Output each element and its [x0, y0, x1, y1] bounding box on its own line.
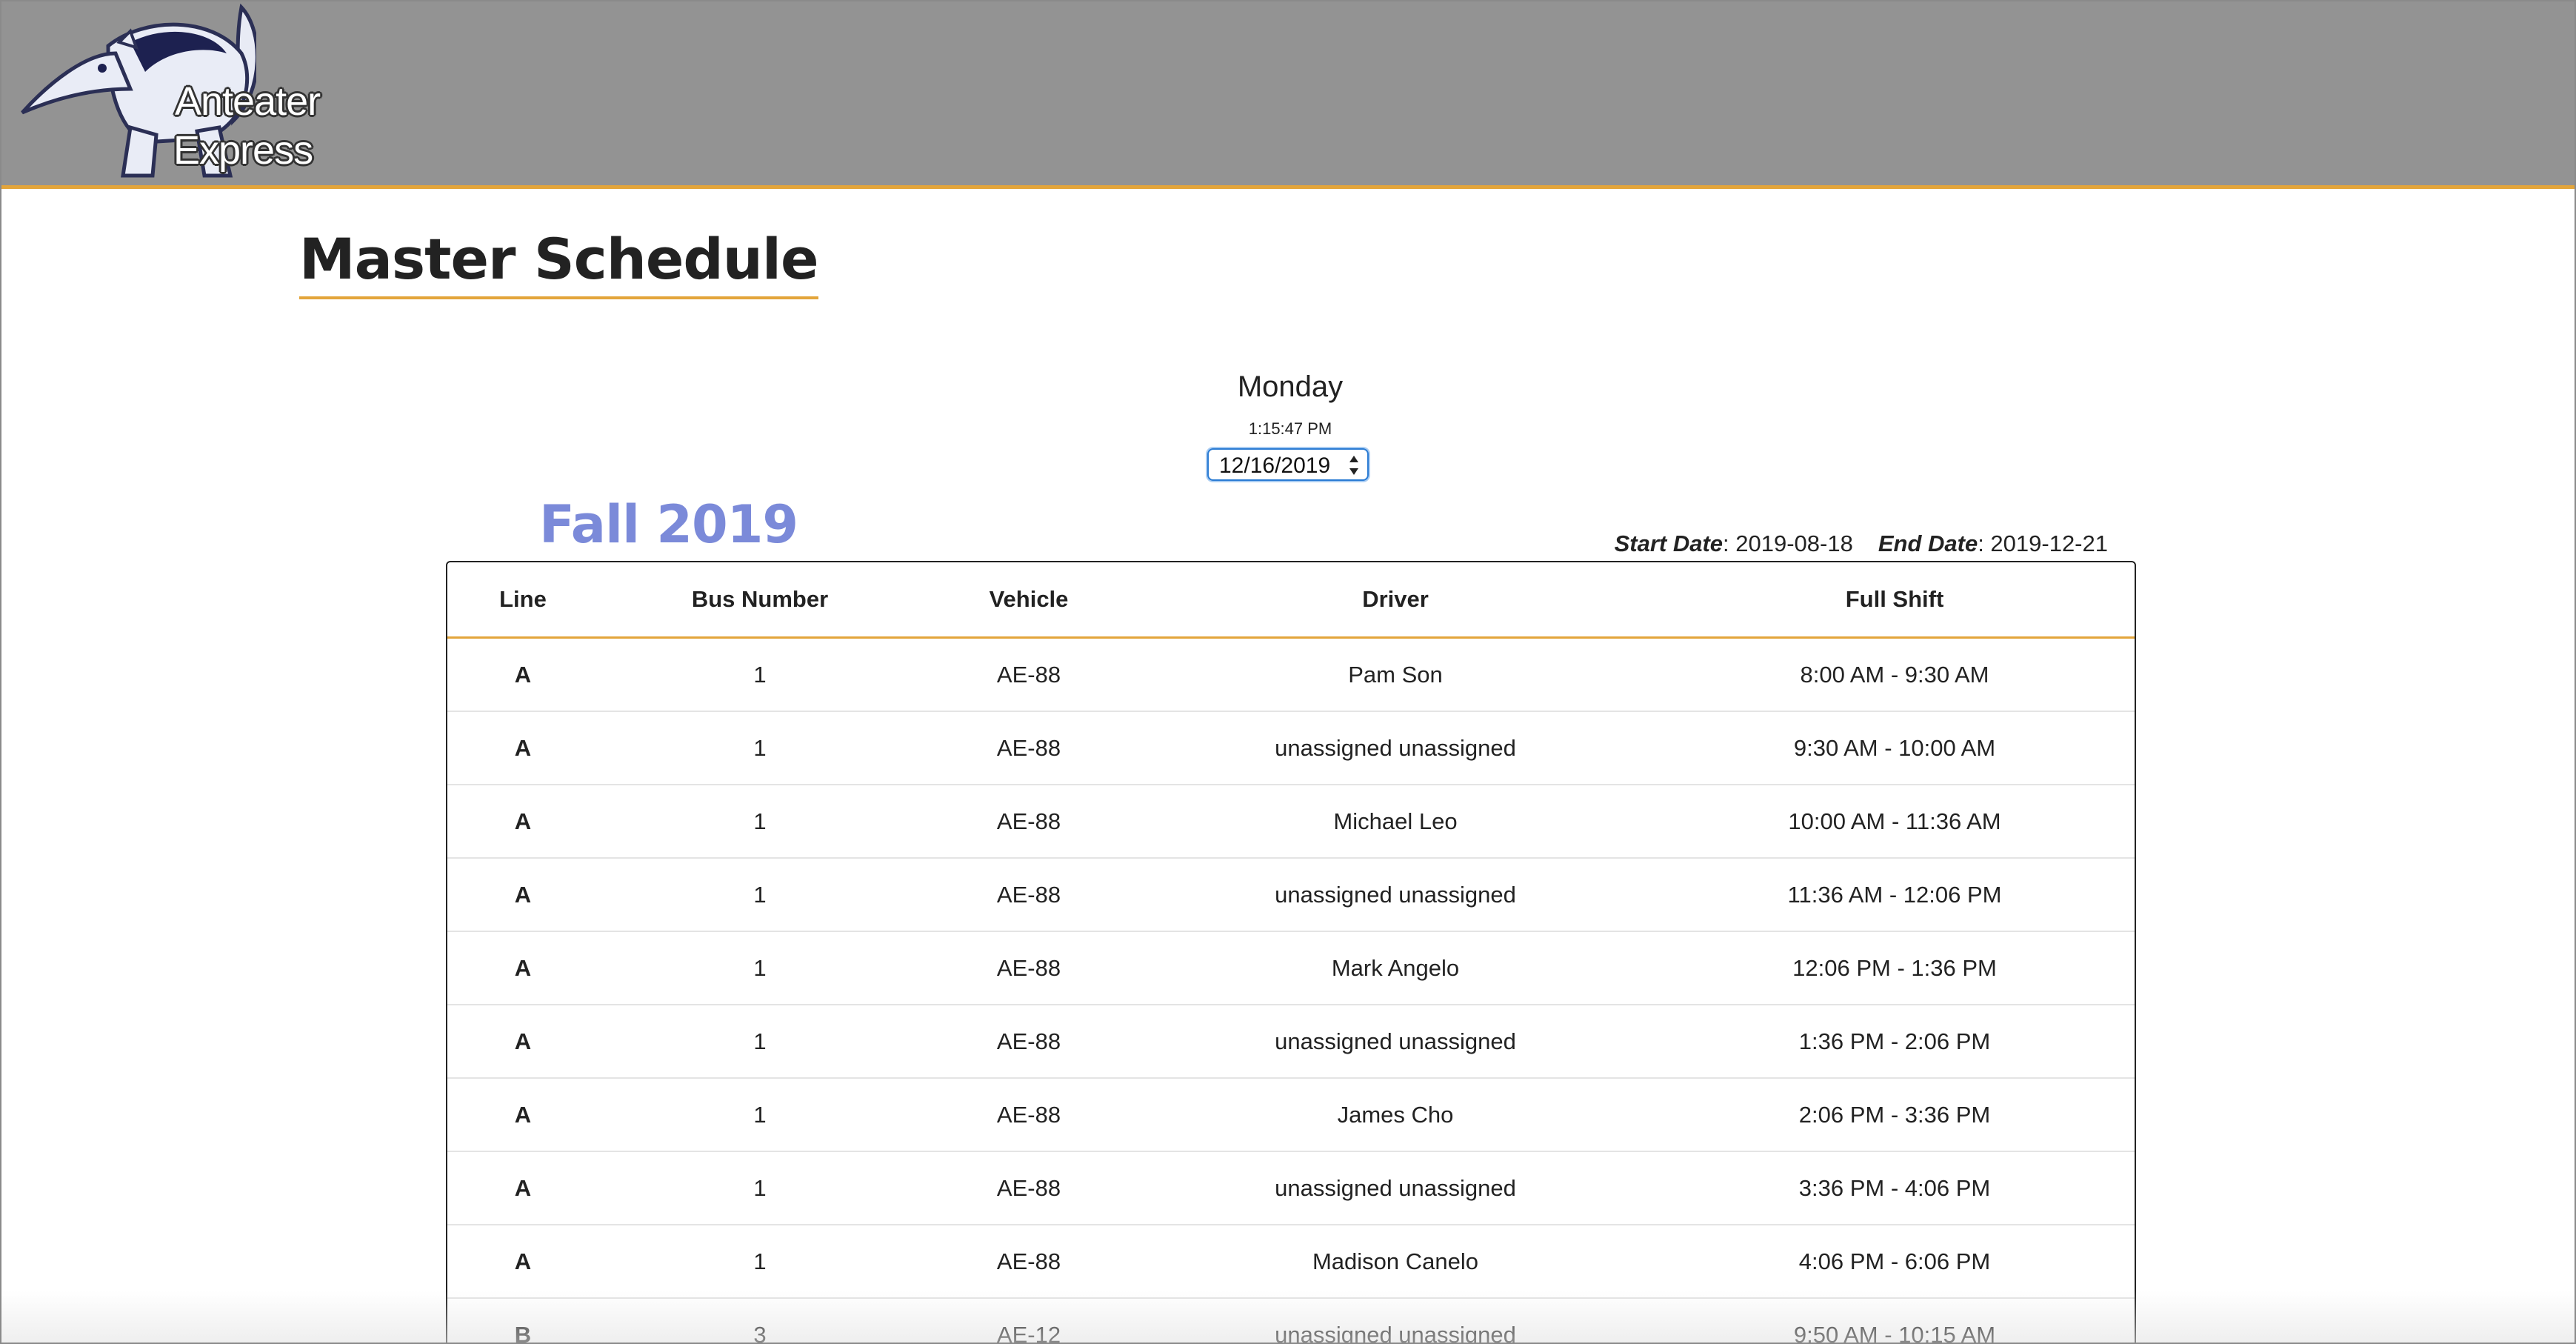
column-header-line[interactable]: Line — [447, 562, 598, 639]
driver-cell: Pam Son — [1136, 637, 1655, 712]
shift-cell: 8:00 AM - 9:30 AM — [1655, 637, 2135, 712]
brand-name-line1: Anteater — [175, 79, 321, 124]
vehicle-cell: AE-12 — [921, 1298, 1136, 1343]
column-header-bus-number[interactable]: Bus Number — [598, 562, 921, 639]
driver-cell: unassigned unassigned — [1136, 1298, 1655, 1343]
start-date-value: : 2019-08-18 — [1723, 530, 1853, 556]
line-cell: A — [447, 931, 598, 1005]
date-picker[interactable]: 12/16/2019 — [1207, 448, 1369, 481]
table-row[interactable]: A 1 AE-88 Michael Leo 10:00 AM - 11:36 A… — [447, 785, 2135, 859]
end-date-value: : 2019-12-21 — [1978, 530, 2108, 556]
bus-number-cell: 1 — [598, 1005, 921, 1079]
line-cell: A — [447, 637, 598, 712]
line-cell: A — [447, 785, 598, 859]
shift-cell: 3:36 PM - 4:06 PM — [1655, 1151, 2135, 1225]
schedule-table-body: A 1 AE-88 Pam Son 8:00 AM - 9:30 AM A 1 … — [447, 637, 2135, 1343]
line-cell: A — [447, 858, 598, 932]
vehicle-cell: AE-88 — [921, 1078, 1136, 1152]
table-row[interactable]: A 1 AE-88 Mark Angelo 12:06 PM - 1:36 PM — [447, 931, 2135, 1005]
vehicle-cell: AE-88 — [921, 858, 1136, 932]
vehicle-cell: AE-88 — [921, 1225, 1136, 1299]
column-header-vehicle[interactable]: Vehicle — [921, 562, 1136, 639]
bus-number-cell: 1 — [598, 711, 921, 785]
vehicle-cell: AE-88 — [921, 785, 1136, 859]
day-name: Monday — [1237, 370, 1344, 403]
date-picker-value: 12/16/2019 — [1219, 453, 1331, 478]
shift-cell: 10:00 AM - 11:36 AM — [1655, 785, 2135, 859]
table-header-row: Line Bus Number Vehicle Driver Full Shif… — [447, 562, 2135, 639]
bus-number-cell: 3 — [598, 1298, 921, 1343]
driver-cell: Michael Leo — [1136, 785, 1655, 859]
driver-cell: unassigned unassigned — [1136, 858, 1655, 932]
driver-cell: James Cho — [1136, 1078, 1655, 1152]
table-row[interactable]: A 1 AE-88 unassigned unassigned 3:36 PM … — [447, 1151, 2135, 1225]
semester-date-range: Start Date: 2019-08-18 End Date: 2019-12-… — [1615, 530, 2108, 557]
shift-cell: 12:06 PM - 1:36 PM — [1655, 931, 2135, 1005]
table-row[interactable]: A 1 AE-88 unassigned unassigned 9:30 AM … — [447, 711, 2135, 785]
table-row[interactable]: A 1 AE-88 unassigned unassigned 11:36 AM… — [447, 858, 2135, 932]
bus-number-cell: 1 — [598, 858, 921, 932]
driver-cell: unassigned unassigned — [1136, 1005, 1655, 1079]
shift-cell: 4:06 PM - 6:06 PM — [1655, 1225, 2135, 1299]
shift-cell: 11:36 AM - 12:06 PM — [1655, 858, 2135, 932]
bus-number-cell: 1 — [598, 1078, 921, 1152]
app-window: Anteater Express Master Schedule Monday … — [0, 0, 2576, 1344]
driver-cell: Mark Angelo — [1136, 931, 1655, 1005]
end-date-label: End Date — [1878, 530, 1978, 556]
bus-number-cell: 1 — [598, 1225, 921, 1299]
line-cell: A — [447, 1005, 598, 1079]
vehicle-cell: AE-88 — [921, 1151, 1136, 1225]
bus-number-cell: 1 — [598, 785, 921, 859]
vehicle-cell: AE-88 — [921, 931, 1136, 1005]
brand-name-line2: Express — [173, 128, 313, 173]
table-row[interactable]: A 1 AE-88 Pam Son 8:00 AM - 9:30 AM — [447, 637, 2135, 712]
page-title: Master Schedule — [299, 228, 819, 299]
bus-number-cell: 1 — [598, 1151, 921, 1225]
driver-cell: unassigned unassigned — [1136, 1151, 1655, 1225]
line-cell: A — [447, 1078, 598, 1152]
schedule-table-container: Line Bus Number Vehicle Driver Full Shif… — [446, 561, 2136, 1343]
vehicle-cell: AE-88 — [921, 637, 1136, 712]
vehicle-cell: AE-88 — [921, 1005, 1136, 1079]
day-display: Monday 1:15:47 PM — [1112, 372, 1468, 437]
driver-cell: Madison Canelo — [1136, 1225, 1655, 1299]
line-cell: B — [447, 1298, 598, 1343]
table-row[interactable]: B 3 AE-12 unassigned unassigned 9:50 AM … — [447, 1298, 2135, 1343]
shift-cell: 1:36 PM - 2:06 PM — [1655, 1005, 2135, 1079]
line-cell: A — [447, 1225, 598, 1299]
shift-cell: 9:50 AM - 10:15 AM — [1655, 1298, 2135, 1343]
brand-logo[interactable]: Anteater Express — [19, 1, 360, 179]
shift-cell: 9:30 AM - 10:00 AM — [1655, 711, 2135, 785]
line-cell: A — [447, 711, 598, 785]
semester-title: Fall 2019 — [539, 494, 798, 555]
top-navbar: Anteater Express — [1, 1, 2575, 189]
bus-number-cell: 1 — [598, 637, 921, 712]
line-cell: A — [447, 1151, 598, 1225]
vehicle-cell: AE-88 — [921, 711, 1136, 785]
column-header-full-shift[interactable]: Full Shift — [1655, 562, 2135, 639]
table-row[interactable]: A 1 AE-88 unassigned unassigned 1:36 PM … — [447, 1005, 2135, 1079]
table-row[interactable]: A 1 AE-88 Madison Canelo 4:06 PM - 6:06 … — [447, 1225, 2135, 1299]
column-header-driver[interactable]: Driver — [1136, 562, 1655, 639]
driver-cell: unassigned unassigned — [1136, 711, 1655, 785]
shift-cell: 2:06 PM - 3:36 PM — [1655, 1078, 2135, 1152]
start-date-label: Start Date — [1614, 530, 1724, 556]
schedule-table: Line Bus Number Vehicle Driver Full Shif… — [447, 562, 2135, 1343]
table-row[interactable]: A 1 AE-88 James Cho 2:06 PM - 3:36 PM — [447, 1078, 2135, 1152]
bus-number-cell: 1 — [598, 931, 921, 1005]
spinner-arrows-icon[interactable] — [1348, 454, 1360, 476]
current-time: 1:15:47 PM — [1248, 419, 1332, 438]
